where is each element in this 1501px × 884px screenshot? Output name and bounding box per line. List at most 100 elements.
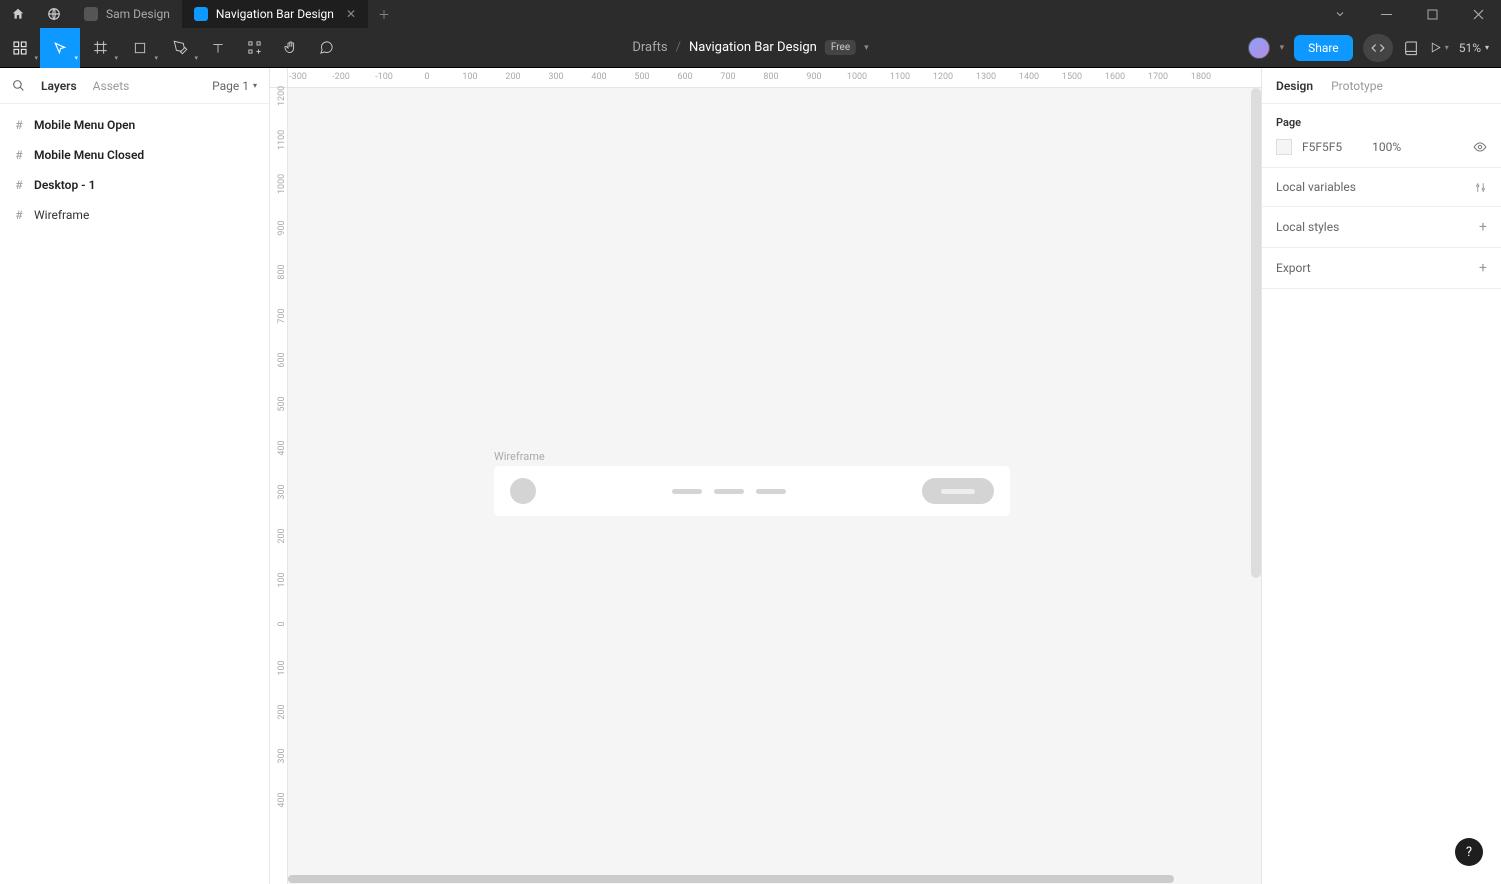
- local-styles-label: Local styles: [1276, 220, 1339, 234]
- export-row[interactable]: Export +: [1262, 248, 1501, 289]
- ruler-tick: 900: [277, 218, 287, 238]
- frame-label[interactable]: Wireframe: [494, 450, 545, 463]
- breadcrumb: Drafts / Navigation Bar Design Free ▾: [632, 40, 868, 55]
- wireframe-link-placeholder[interactable]: [714, 489, 744, 494]
- zoom-control[interactable]: 51% ▾: [1459, 41, 1489, 55]
- page-section-title: Page: [1276, 116, 1487, 129]
- home-icon[interactable]: [0, 0, 36, 28]
- ruler-tick: 1100: [277, 130, 287, 150]
- close-icon[interactable]: ✕: [346, 7, 356, 21]
- canvas[interactable]: Wireframe: [288, 88, 1261, 884]
- move-tool[interactable]: ▾: [40, 28, 80, 68]
- main-menu-button[interactable]: ▾: [0, 28, 40, 68]
- wireframe-link-placeholder[interactable]: [756, 489, 786, 494]
- breadcrumb-separator: /: [676, 40, 681, 55]
- ruler-tick: 1500: [1062, 72, 1082, 82]
- page-selector[interactable]: Page 1 ▾: [212, 79, 257, 93]
- ruler-tick: 100: [277, 570, 287, 590]
- layer-label: Mobile Menu Closed: [34, 148, 144, 162]
- search-icon[interactable]: [12, 79, 25, 92]
- layer-label: Wireframe: [34, 208, 89, 222]
- window-minimize[interactable]: [1363, 0, 1409, 28]
- layer-desktop-1[interactable]: # Desktop - 1: [0, 170, 269, 200]
- ruler-tick: 800: [763, 72, 778, 82]
- ruler-tick: 800: [277, 262, 287, 282]
- color-opacity[interactable]: 100%: [1372, 140, 1401, 154]
- comment-tool[interactable]: [308, 28, 344, 68]
- ruler-vertical[interactable]: 1200110010009008007006005004003002001000…: [270, 88, 288, 884]
- ruler-tick: 1700: [1148, 72, 1168, 82]
- layer-mobile-menu-closed[interactable]: # Mobile Menu Closed: [0, 140, 269, 170]
- wireframe-button-placeholder[interactable]: [922, 478, 994, 504]
- ruler-tick: 1100: [890, 72, 910, 82]
- ruler-tick: 200: [505, 72, 520, 82]
- new-tab-button[interactable]: ＋: [368, 6, 400, 23]
- avatar[interactable]: [1248, 37, 1270, 59]
- chevron-down-icon[interactable]: ▾: [864, 43, 869, 53]
- color-hex[interactable]: F5F5F5: [1302, 140, 1342, 154]
- titlebar: Sam Design Navigation Bar Design ✕ ＋: [0, 0, 1501, 28]
- tab-navigation-bar-design[interactable]: Navigation Bar Design ✕: [182, 0, 368, 28]
- scrollbar-vertical[interactable]: [1251, 88, 1261, 578]
- layer-mobile-menu-open[interactable]: # Mobile Menu Open: [0, 110, 269, 140]
- breadcrumb-folder[interactable]: Drafts: [632, 40, 667, 55]
- ruler-tick: -200: [332, 72, 350, 82]
- main-area: Layers Assets Page 1 ▾ # Mobile Menu Ope…: [0, 68, 1501, 884]
- hand-tool[interactable]: [272, 28, 308, 68]
- frame-icon: #: [12, 208, 26, 222]
- ruler-tick: 700: [277, 306, 287, 326]
- dev-mode-button[interactable]: [1363, 34, 1393, 62]
- ruler-tick: 400: [277, 438, 287, 458]
- color-swatch[interactable]: [1276, 139, 1292, 155]
- settings-icon[interactable]: [1474, 181, 1487, 194]
- ruler-tick: 300: [277, 482, 287, 502]
- ruler-tick: -300: [289, 72, 307, 82]
- window-close[interactable]: [1455, 0, 1501, 28]
- file-icon: [84, 7, 98, 21]
- tab-layers[interactable]: Layers: [41, 79, 77, 93]
- scrollbar-thumb[interactable]: [288, 875, 1174, 883]
- plus-icon[interactable]: +: [1479, 260, 1487, 276]
- plus-icon[interactable]: +: [1479, 219, 1487, 235]
- library-icon[interactable]: [1403, 40, 1419, 56]
- text-tool[interactable]: [200, 28, 236, 68]
- file-name[interactable]: Navigation Bar Design: [689, 40, 817, 55]
- ruler-tick: -100: [375, 72, 393, 82]
- frame-tool[interactable]: ▾: [80, 28, 120, 68]
- community-icon[interactable]: [36, 0, 72, 28]
- tab-sam-design[interactable]: Sam Design: [72, 0, 182, 28]
- chevron-down-icon[interactable]: ▾: [1280, 43, 1285, 53]
- share-button[interactable]: Share: [1294, 35, 1353, 61]
- page-section: Page F5F5F5 100%: [1262, 104, 1501, 168]
- visibility-icon[interactable]: [1473, 140, 1487, 154]
- pen-tool[interactable]: ▾: [160, 28, 200, 68]
- window-maximize[interactable]: [1409, 0, 1455, 28]
- layer-wireframe[interactable]: # Wireframe: [0, 200, 269, 230]
- present-button[interactable]: ▾: [1429, 41, 1449, 54]
- help-button[interactable]: ?: [1455, 838, 1483, 866]
- file-icon: [194, 7, 208, 21]
- local-variables-row[interactable]: Local variables: [1262, 168, 1501, 207]
- tab-label: Navigation Bar Design: [216, 7, 334, 21]
- ruler-tick: 1200: [933, 72, 953, 82]
- window-controls: [1317, 0, 1501, 28]
- ruler-horizontal[interactable]: -300-200-1000100200300400500600700800900…: [288, 68, 1261, 88]
- plan-badge: Free: [825, 40, 856, 55]
- ruler-tick: 400: [591, 72, 606, 82]
- layer-label: Mobile Menu Open: [34, 118, 135, 132]
- layers-list: # Mobile Menu Open # Mobile Menu Closed …: [0, 104, 269, 236]
- wireframe-logo-placeholder[interactable]: [510, 478, 536, 504]
- wireframe-frame[interactable]: [494, 466, 1010, 516]
- tab-design[interactable]: Design: [1276, 79, 1313, 93]
- resources-tool[interactable]: [236, 28, 272, 68]
- wireframe-button-label-placeholder: [941, 489, 975, 494]
- wireframe-link-placeholder[interactable]: [672, 489, 702, 494]
- page-background-color[interactable]: F5F5F5 100%: [1276, 139, 1487, 155]
- tab-assets[interactable]: Assets: [93, 79, 130, 93]
- shape-tool[interactable]: ▾: [120, 28, 160, 68]
- chevron-down-icon[interactable]: [1317, 0, 1363, 28]
- ruler-tick: 500: [277, 394, 287, 414]
- scrollbar-horizontal[interactable]: [288, 874, 1251, 884]
- tab-prototype[interactable]: Prototype: [1331, 79, 1383, 93]
- local-styles-row[interactable]: Local styles +: [1262, 207, 1501, 248]
